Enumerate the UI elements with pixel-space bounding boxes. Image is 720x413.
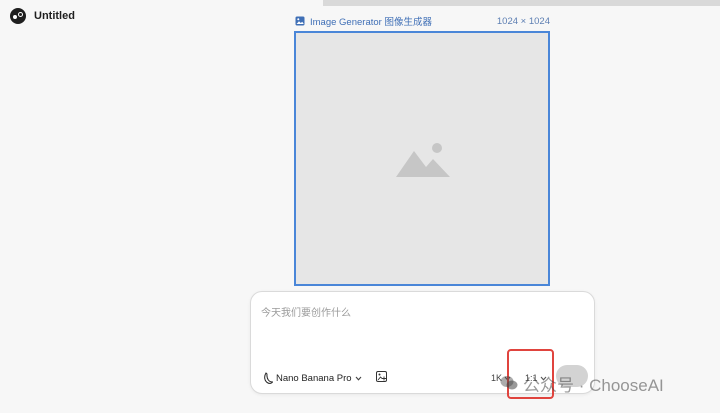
- chevron-down-icon: [355, 376, 361, 381]
- image-icon: [295, 16, 305, 26]
- prompt-input[interactable]: 今天我们要创作什么: [261, 304, 351, 319]
- add-image-icon[interactable]: [376, 371, 387, 382]
- document-title[interactable]: Untitled: [34, 10, 75, 22]
- watermark-text: 公众号 · ChooseAI: [523, 375, 664, 395]
- node-header: Image Generator 图像生成器 1024 × 1024: [295, 14, 550, 28]
- node-size-label: 1024 × 1024: [496, 15, 550, 27]
- wechat-icon: [500, 376, 518, 390]
- image-generator-node[interactable]: [294, 31, 550, 286]
- banana-icon: [264, 372, 273, 384]
- model-label: Nano Banana Pro: [276, 372, 352, 384]
- model-selector[interactable]: Nano Banana Pro: [263, 370, 362, 386]
- document-header: Untitled: [10, 7, 75, 25]
- app-logo-icon[interactable]: [10, 8, 26, 24]
- mountain-image-placeholder-icon: [396, 143, 450, 177]
- node-title[interactable]: Image Generator 图像生成器: [310, 14, 432, 28]
- top-image-strip: [323, 0, 720, 6]
- watermark: 公众号 · ChooseAI: [500, 372, 664, 395]
